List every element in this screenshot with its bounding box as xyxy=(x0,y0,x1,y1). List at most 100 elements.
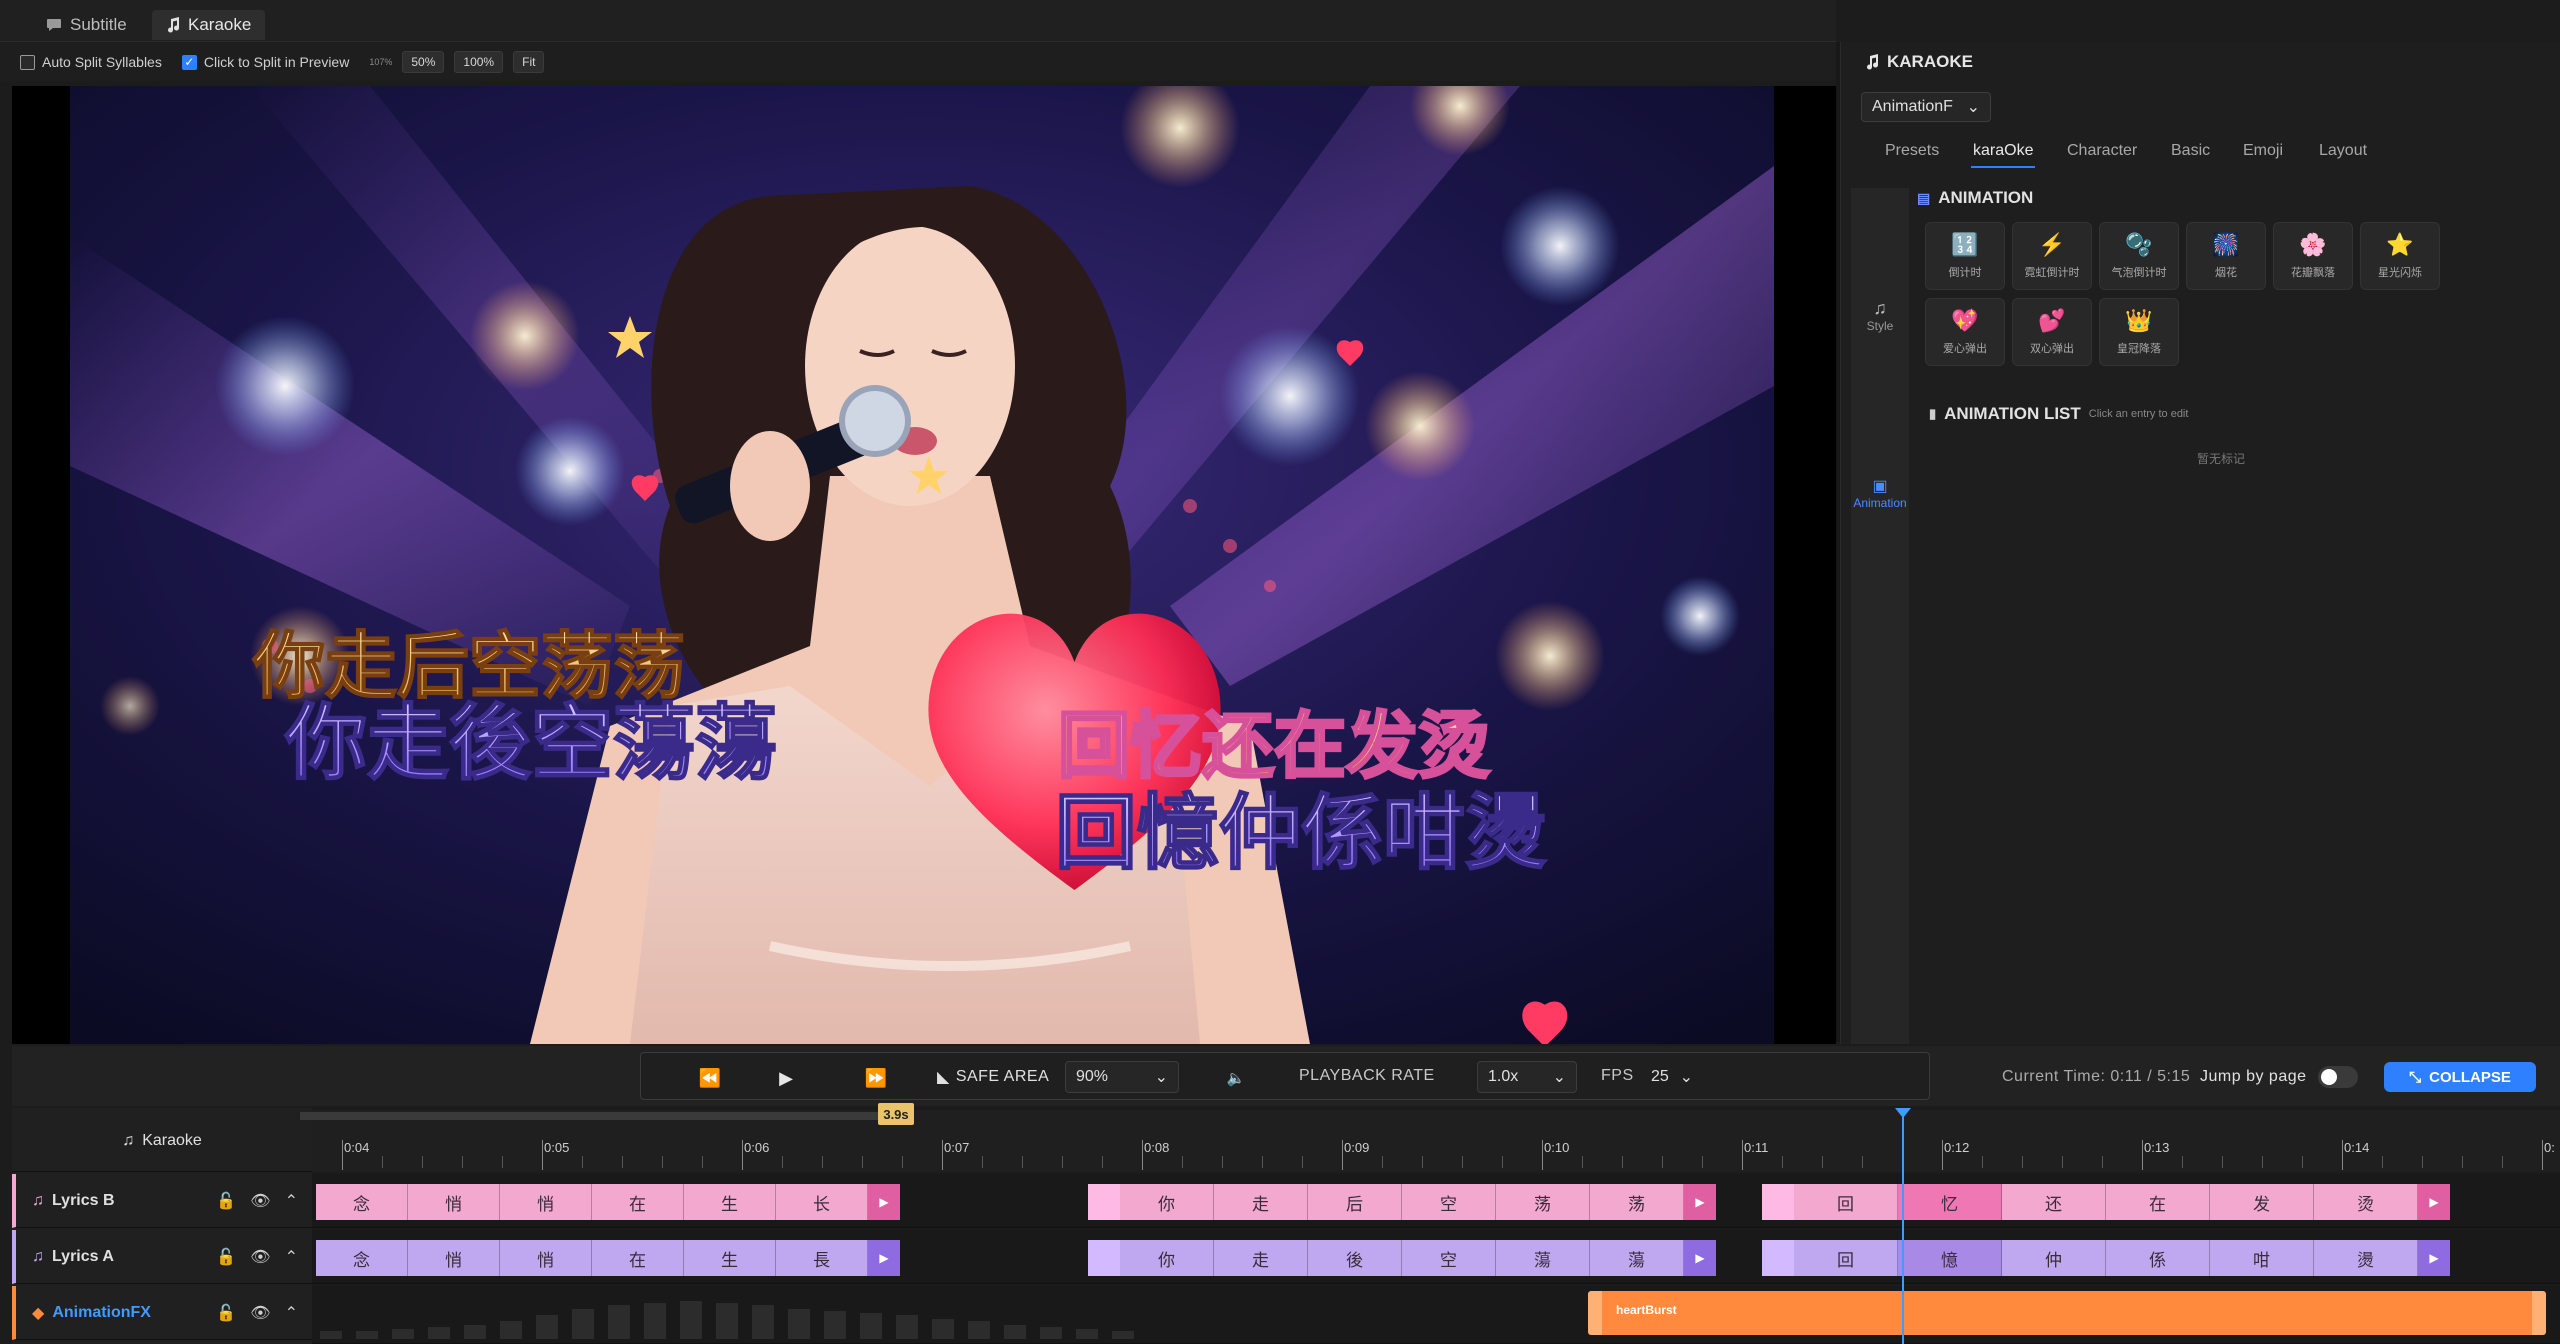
fps-select[interactable]: 25 ⌄ xyxy=(1641,1061,1703,1093)
syllable-block[interactable]: 长 xyxy=(776,1184,868,1220)
click-split-checkbox[interactable]: ✓ Click to Split in Preview xyxy=(181,54,349,70)
syllable-block[interactable]: 仲 xyxy=(2002,1240,2106,1276)
track-header-lyrics-a[interactable]: ♫ Lyrics A 🔓 👁 ⌃ xyxy=(12,1230,312,1284)
syllable-block[interactable]: 念 xyxy=(316,1240,408,1276)
syllable-block[interactable]: 長 xyxy=(776,1240,868,1276)
syllable-block[interactable]: 生 xyxy=(684,1240,776,1276)
segment-end-handle[interactable]: ▶ xyxy=(868,1240,900,1276)
animation-card[interactable]: 💖 爱心弹出 xyxy=(1925,298,2005,366)
syllable-block[interactable]: 回 xyxy=(1794,1184,1898,1220)
sidebar-item-animation[interactable]: ▣ Animation xyxy=(1851,476,1909,510)
syllable-block[interactable]: 悄 xyxy=(408,1184,500,1220)
syllable-block[interactable]: 憶 xyxy=(1898,1240,2002,1276)
zoom-fit-button[interactable]: Fit xyxy=(513,51,545,73)
syllable-block[interactable]: 悄 xyxy=(408,1240,500,1276)
animation-card[interactable]: 👑 皇冠降落 xyxy=(2099,298,2179,366)
chevron-up-icon[interactable]: ⌃ xyxy=(285,1247,298,1267)
safe-area-toggle[interactable]: ◣ SAFE AREA xyxy=(937,1067,1049,1087)
eye-icon[interactable]: 👁 xyxy=(250,1191,270,1211)
syllable-block[interactable]: 你 xyxy=(1120,1184,1214,1220)
syllable-block[interactable]: 在 xyxy=(592,1184,684,1220)
tab-emoji[interactable]: Emoji xyxy=(2243,142,2283,160)
jump-by-page-toggle[interactable] xyxy=(2318,1066,2358,1088)
playback-rate-select[interactable]: 1.0x ⌄ xyxy=(1477,1061,1577,1093)
volume-button[interactable]: 🔈 xyxy=(1221,1063,1251,1093)
syllable-block[interactable]: 悄 xyxy=(500,1240,592,1276)
auto-split-checkbox[interactable]: Auto Split Syllables xyxy=(20,54,162,70)
syllable-block[interactable]: 走 xyxy=(1214,1184,1308,1220)
syllable-block[interactable]: 念 xyxy=(316,1184,408,1220)
preview-frame[interactable]: 你走后空荡荡 你走後空蕩蕩 回忆还在发烫 回憶仲係咁燙 xyxy=(70,86,1774,1044)
tab-character[interactable]: Character xyxy=(2067,142,2137,160)
segment-end-handle[interactable]: ▶ xyxy=(1684,1184,1716,1220)
animation-card[interactable]: 🎆 烟花 xyxy=(2186,222,2266,290)
lock-icon[interactable]: 🔓 xyxy=(216,1303,236,1323)
syllable-block[interactable]: 後 xyxy=(1308,1240,1402,1276)
segment-end-handle[interactable]: ▶ xyxy=(2418,1240,2450,1276)
syllable-block[interactable]: 悄 xyxy=(500,1184,592,1220)
animation-card[interactable]: 🌸 花瓣飘落 xyxy=(2273,222,2353,290)
syllable-block[interactable]: 回 xyxy=(1794,1240,1898,1276)
segment-start-handle[interactable] xyxy=(1088,1184,1120,1220)
syllable-block[interactable]: 后 xyxy=(1308,1184,1402,1220)
syllable-block[interactable]: 还 xyxy=(2002,1184,2106,1220)
chevron-up-icon[interactable]: ⌃ xyxy=(285,1303,298,1323)
chevron-up-icon[interactable]: ⌃ xyxy=(285,1191,298,1211)
playhead[interactable] xyxy=(1902,1108,1904,1344)
tab-layout[interactable]: Layout xyxy=(2319,142,2367,160)
tab-subtitle[interactable]: Subtitle xyxy=(32,10,141,40)
animation-card[interactable]: ⭐ 星光闪烁 xyxy=(2360,222,2440,290)
lock-icon[interactable]: 🔓 xyxy=(216,1247,236,1267)
syllable-block[interactable]: 在 xyxy=(2106,1184,2210,1220)
syllable-block[interactable]: 係 xyxy=(2106,1240,2210,1276)
tab-karaoke[interactable]: Karaoke xyxy=(152,10,266,40)
segment-end-handle[interactable]: ▶ xyxy=(868,1184,900,1220)
play-button[interactable]: ▶ xyxy=(771,1063,801,1093)
tab-karaoke-settings[interactable]: karaOke xyxy=(1971,142,2036,168)
fast-forward-button[interactable]: ⏩ xyxy=(861,1063,891,1093)
syllable-block[interactable]: 发 xyxy=(2210,1184,2314,1220)
syllable-block[interactable]: 你 xyxy=(1120,1240,1214,1276)
eye-icon[interactable]: 👁 xyxy=(250,1303,270,1323)
checkbox-box[interactable] xyxy=(20,54,35,70)
syllable-block[interactable]: 燙 xyxy=(2314,1240,2418,1276)
syllable-block[interactable]: 荡 xyxy=(1590,1184,1684,1220)
animation-card[interactable]: 💕 双心弹出 xyxy=(2012,298,2092,366)
syllable-block[interactable]: 烫 xyxy=(2314,1184,2418,1220)
sidebar-item-style[interactable]: ♫ Style xyxy=(1851,298,1909,333)
zoom-50-button[interactable]: 50% xyxy=(402,51,445,73)
safe-area-select[interactable]: 90% ⌄ xyxy=(1065,1061,1179,1093)
track-header-animationfx[interactable]: ◆ AnimationFX 🔓 👁 ⌃ xyxy=(12,1286,312,1340)
syllable-block[interactable]: 荡 xyxy=(1496,1184,1590,1220)
segment-end-handle[interactable]: ▶ xyxy=(2418,1184,2450,1220)
segment-end-handle[interactable]: ▶ xyxy=(1684,1240,1716,1276)
syllable-block[interactable]: 在 xyxy=(592,1240,684,1276)
zoom-100-button[interactable]: 100% xyxy=(454,51,504,73)
syllable-block[interactable]: 生 xyxy=(684,1184,776,1220)
animation-card[interactable]: ⚡ 霓虹倒计时 xyxy=(2012,222,2092,290)
checkbox-box-checked[interactable]: ✓ xyxy=(181,54,197,70)
track-header-lyrics-b[interactable]: ♫ Lyrics B 🔓 👁 ⌃ xyxy=(12,1174,312,1228)
collapse-button[interactable]: ⤡ COLLAPSE xyxy=(2384,1062,2536,1092)
syllable-block[interactable]: 走 xyxy=(1214,1240,1308,1276)
track-row-lyrics-b[interactable]: 念悄悄在生长 ▶ 你走后空荡荡 ▶ 回忆还在发烫 ▶ xyxy=(312,1174,2560,1228)
eye-icon[interactable]: 👁 xyxy=(250,1247,270,1267)
preset-select[interactable]: AnimationF ⌄ xyxy=(1861,92,1991,122)
syllable-block[interactable]: 空 xyxy=(1402,1240,1496,1276)
rewind-button[interactable]: ⏪ xyxy=(695,1063,725,1093)
syllable-block[interactable]: 咁 xyxy=(2210,1240,2314,1276)
syllable-block[interactable]: 忆 xyxy=(1898,1184,2002,1220)
animation-card[interactable]: 🔢 倒计时 xyxy=(1925,222,2005,290)
segment-start-handle[interactable] xyxy=(1762,1184,1794,1220)
lock-icon[interactable]: 🔓 xyxy=(216,1191,236,1211)
track-row-lyrics-a[interactable]: 念悄悄在生長 ▶ 你走後空蕩蕩 ▶ 回憶仲係咁燙 ▶ xyxy=(312,1230,2560,1284)
syllable-block[interactable]: 空 xyxy=(1402,1184,1496,1220)
tab-presets[interactable]: Presets xyxy=(1885,142,1939,160)
animation-card[interactable]: 🫧 气泡倒计时 xyxy=(2099,222,2179,290)
syllable-block[interactable]: 蕩 xyxy=(1590,1240,1684,1276)
fx-clip[interactable]: heartBurst xyxy=(1588,1291,2546,1335)
syllable-block[interactable]: 蕩 xyxy=(1496,1240,1590,1276)
segment-start-handle[interactable] xyxy=(1088,1240,1120,1276)
tab-basic[interactable]: Basic xyxy=(2171,142,2210,160)
segment-start-handle[interactable] xyxy=(1762,1240,1794,1276)
